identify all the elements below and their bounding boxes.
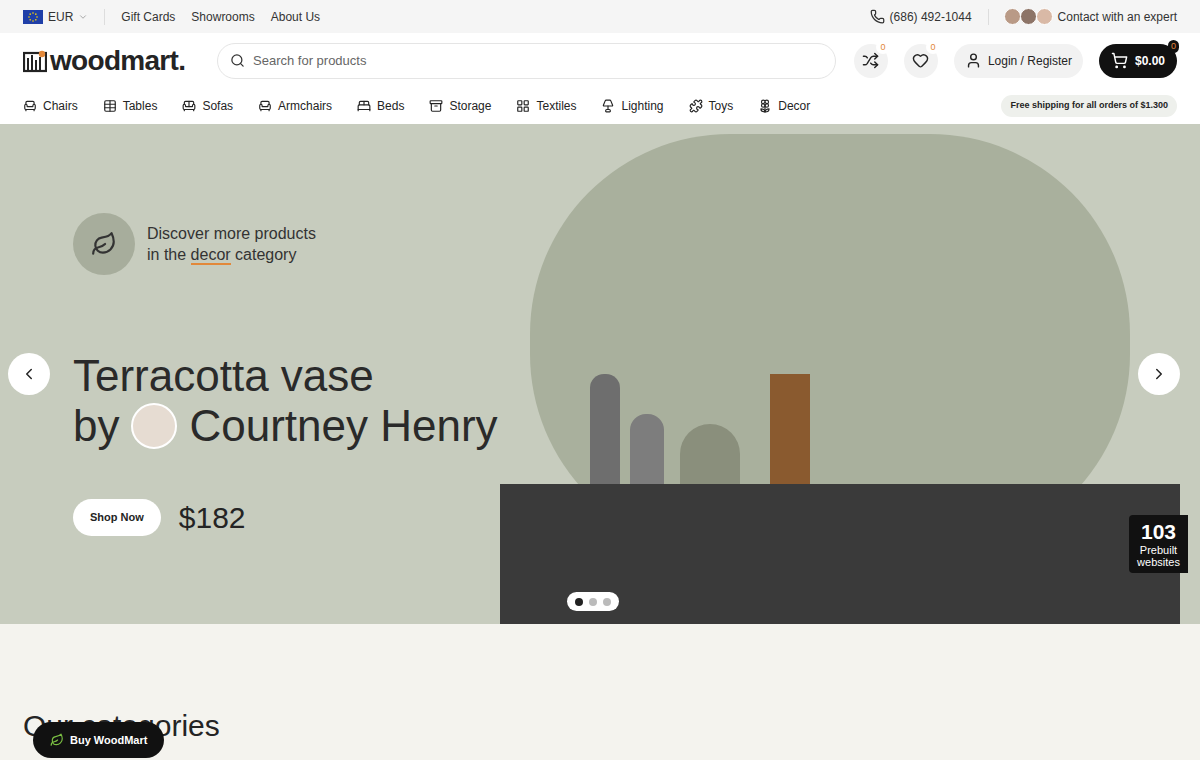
compare-button[interactable]: 0 [854, 44, 888, 78]
slide-dot[interactable] [603, 598, 611, 606]
promo-link[interactable]: Discover more productsin the decor categ… [73, 213, 1200, 275]
phone-icon [870, 9, 885, 24]
section-heading: Our categories [23, 708, 1177, 744]
nav-item[interactable]: Sofas [182, 97, 233, 115]
category-icon [258, 99, 272, 113]
nav-item[interactable]: Textiles [516, 97, 576, 115]
nav-item[interactable]: Chairs [23, 97, 78, 115]
hero-image [470, 124, 1200, 624]
hero-slider: Discover more productsin the decor categ… [0, 124, 1200, 624]
top-link[interactable]: Gift Cards [121, 8, 175, 26]
chevron-down-icon [78, 12, 88, 22]
nav-item[interactable]: Armchairs [258, 97, 332, 115]
phone-link[interactable]: (686) 492-1044 [870, 8, 972, 26]
cart-icon [1111, 52, 1128, 69]
prebuilt-badge[interactable]: 103Prebuilt websites [1129, 515, 1188, 573]
compare-icon [862, 52, 879, 69]
top-link[interactable]: About Us [271, 8, 320, 26]
chevron-left-icon [20, 365, 38, 383]
category-icon [758, 99, 772, 113]
shipping-notice: Free shipping for all orders of $1.300 [1001, 95, 1177, 117]
contact-expert[interactable]: Contact with an expert [1005, 8, 1177, 26]
search-icon [230, 53, 245, 68]
prev-slide-button[interactable] [8, 353, 50, 395]
login-button[interactable]: Login / Register [954, 44, 1083, 78]
nav-item[interactable]: Tables [103, 97, 158, 115]
eu-flag-icon [23, 10, 43, 24]
chevron-right-icon [1150, 365, 1168, 383]
heart-icon [912, 52, 929, 69]
slide-dots [567, 592, 619, 611]
categories-section: Our categories [0, 624, 1200, 744]
category-icon [23, 99, 37, 113]
nav-item[interactable]: Storage [429, 97, 491, 115]
category-icon [689, 99, 703, 113]
logo-icon [23, 49, 47, 73]
price: $182 [179, 495, 246, 540]
top-link[interactable]: Showrooms [191, 8, 254, 26]
page: EUR Gift Cards Showrooms About Us (686) 492-… [0, 0, 1200, 760]
hero-title: Terracotta vasebyCourtney Henry [73, 351, 1200, 451]
next-slide-button[interactable] [1138, 353, 1180, 395]
buy-woodmart-button[interactable]: Buy WoodMart [33, 722, 164, 758]
user-icon [965, 52, 982, 69]
cart-button[interactable]: $0.000 [1099, 44, 1177, 78]
top-bar: EUR Gift Cards Showrooms About Us (686) 492-… [0, 0, 1200, 33]
vase-icon [91, 231, 117, 257]
slide-dot[interactable] [575, 598, 583, 606]
wishlist-count: 0 [926, 40, 940, 54]
expert-avatar [1036, 8, 1053, 25]
expert-avatar [1020, 8, 1037, 25]
slide-dot[interactable] [589, 598, 597, 606]
compare-count: 0 [876, 40, 890, 54]
category-icon [601, 99, 615, 113]
author-avatar [131, 403, 177, 449]
expert-avatar [1004, 8, 1021, 25]
currency-selector[interactable]: EUR [23, 8, 88, 26]
category-icon [429, 99, 443, 113]
category-icon [103, 99, 117, 113]
cart-count: 0 [1168, 40, 1179, 54]
header: woodmart.Search for products00Login / Re… [0, 33, 1200, 88]
nav-item[interactable]: Beds [357, 97, 404, 115]
category-icon [182, 99, 196, 113]
logo[interactable]: woodmart. [23, 47, 201, 75]
wishlist-button[interactable]: 0 [904, 44, 938, 78]
search-field[interactable]: Search for products [217, 43, 836, 79]
category-icon [516, 99, 530, 113]
leaf-icon [50, 733, 64, 747]
category-nav: Chairs Tables Sofas Armchairs Beds Storage Tex… [0, 88, 1200, 124]
category-icon [357, 99, 371, 113]
nav-item[interactable]: Decor [758, 97, 810, 115]
shop-now-button[interactable]: Shop Now [73, 499, 161, 536]
nav-item[interactable]: Lighting [601, 97, 663, 115]
nav-item[interactable]: Toys [689, 97, 734, 115]
